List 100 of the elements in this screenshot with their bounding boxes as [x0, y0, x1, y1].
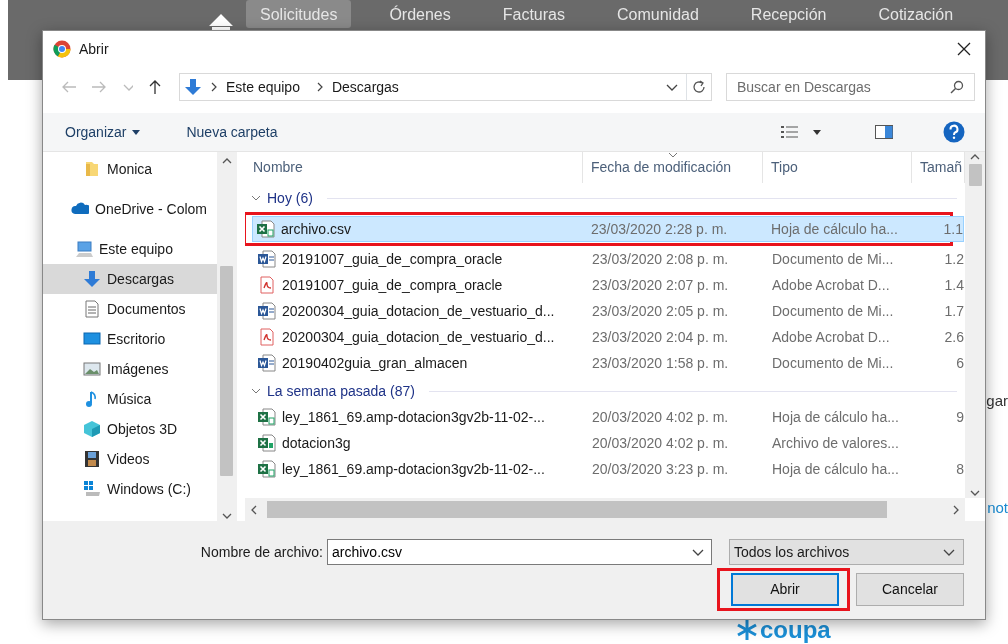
up-arrow-icon [147, 79, 163, 95]
file-row[interactable]: ley_1861_69.amp-dotacion3gv2b-11-02-... 20/03/2020 4:02 p. m. Hoja de cálculo ha... 9 [253, 404, 965, 430]
file-name-field[interactable]: archivo.csv [327, 539, 712, 565]
file-type: Documento de Mi... [772, 302, 894, 319]
group-header[interactable]: Hoy (6) [251, 187, 313, 209]
sidebar-item[interactable]: Este equipo [43, 234, 217, 264]
file-date: 20/03/2020 3:23 p. m. [592, 460, 729, 477]
group-header[interactable]: La semana pasada (87) [251, 380, 415, 402]
file-date: 23/03/2020 2:05 p. m. [592, 302, 729, 319]
file-row[interactable]: dotacion3g 20/03/2020 4:02 p. m. Archivo de valores... [253, 430, 965, 456]
dialog-button[interactable]: Abrir [731, 573, 839, 606]
scrollbar-thumb[interactable] [968, 164, 982, 186]
nav-tab[interactable]: Facturas [488, 0, 579, 28]
file-type: Adobe Acrobat D... [772, 276, 890, 293]
sidebar-item[interactable]: Escritorio [43, 324, 217, 354]
picture-icon [83, 360, 101, 378]
file-date: 20/03/2020 4:02 p. m. [592, 408, 729, 425]
file-size: 1.2 [944, 250, 964, 267]
file-row[interactable]: archivo.csv 23/03/2020 2:28 p. m. Hoja de cálculo ha... 1.1 [252, 216, 964, 242]
chevron-left-icon [251, 504, 257, 515]
file-row[interactable]: 20191007_guia_de_compra_oracle 23/03/2020 2:07 p. m. Adobe Acrobat D... 1.4 [253, 272, 965, 298]
sidebar-item[interactable]: Objetos 3D [43, 414, 217, 444]
sidebar-item[interactable]: Monica [43, 154, 217, 184]
sidebar-item[interactable]: Imágenes [43, 354, 217, 384]
caret-down-icon [132, 129, 141, 135]
chevron-right-icon [315, 81, 324, 93]
spreadsheet-file-icon [258, 434, 276, 452]
file-size: 8 [956, 460, 964, 477]
file-type: Hoja de cálculo ha... [772, 408, 899, 425]
refresh-icon [691, 79, 707, 95]
search-icon [950, 80, 964, 94]
nav-tab[interactable]: Recepción [736, 0, 841, 28]
dialog-title: Abrir [79, 39, 110, 59]
sidebar-item[interactable]: Descargas [43, 264, 217, 294]
file-date: 23/03/2020 2:08 p. m. [592, 250, 729, 267]
sidebar-item[interactable]: Música [43, 384, 217, 414]
chevron-down-icon [251, 386, 261, 396]
file-type-dropdown[interactable]: Todos los archivos [729, 539, 964, 565]
file-name: ley_1861_69.amp-dotacion3gv2b-11-02-... [282, 407, 545, 427]
file-name: archivo.csv [281, 219, 352, 239]
nav-tab[interactable]: Cotización [864, 0, 968, 28]
file-date: 23/03/2020 2:28 p. m. [591, 220, 728, 237]
file-name: ley_1861_69.amp-dotacion3gv2b-11-02-... [282, 459, 545, 479]
file-row[interactable]: 20200304_guia_dotacion_de_vestuario_d... 23/03/2020 2:05 p. m. Documento de Mi... 1.7 [253, 298, 965, 324]
file-size: 9 [956, 408, 964, 425]
file-size: 1.1 [943, 220, 963, 237]
file-name: 20200304_guia_dotacion_de_vestuario_d... [282, 301, 555, 321]
sidebar-item[interactable]: Documentos [43, 294, 217, 324]
breadcrumb-item[interactable]: Descargas [331, 76, 399, 98]
film-icon [83, 450, 101, 468]
cut-off-text: gar [986, 391, 1008, 411]
chevron-up-icon [221, 158, 232, 165]
preview-pane-icon [875, 125, 893, 139]
file-type: Hoja de cálculo ha... [771, 220, 898, 237]
breadcrumb-item[interactable]: Este equipo [226, 76, 300, 98]
file-type: Documento de Mi... [772, 250, 894, 267]
sidebar-item[interactable]: OneDrive - Colom [43, 194, 217, 224]
file-type: Documento de Mi... [772, 354, 894, 371]
scrollbar-thumb[interactable] [220, 265, 233, 476]
caret-down-icon [813, 129, 821, 135]
pdf-file-icon [258, 276, 276, 294]
browser-logo-icon [53, 40, 71, 58]
spreadsheet-file-icon [258, 408, 276, 426]
document-icon [83, 300, 101, 318]
file-row[interactable]: ley_1861_69.amp-dotacion3gv2b-11-02-... 20/03/2020 3:23 p. m. Hoja de cálculo ha... 8 [253, 456, 965, 482]
snowflake-logo-icon [736, 619, 758, 641]
chevron-down-icon [970, 490, 980, 496]
column-header[interactable]: Nombre [245, 152, 583, 183]
address-bar[interactable]: Este equipo Descargas [179, 73, 712, 101]
sidebar-item[interactable]: Videos [43, 444, 217, 474]
scrollbar[interactable] [965, 152, 985, 498]
file-row[interactable]: 20190402guia_gran_almacen 23/03/2020 1:58 p. m. Documento de Mi... 6 [253, 350, 965, 376]
list-view-icon [781, 125, 799, 139]
file-row[interactable]: 20200304_guia_dotacion_de_vestuario_d... 23/03/2020 2:04 p. m. Adobe Acrobat D... 2.6 [253, 324, 965, 350]
download-arrow-icon [83, 270, 101, 288]
nav-tab[interactable]: Comunidad [603, 0, 713, 28]
nav-tab[interactable]: Órdenes [375, 0, 465, 28]
file-size: 2.6 [944, 328, 964, 345]
file-type: Hoja de cálculo ha... [772, 460, 899, 477]
file-date: 20/03/2020 4:02 p. m. [592, 434, 729, 451]
dialog-button[interactable]: Cancelar [856, 573, 964, 606]
scrollbar[interactable] [217, 152, 236, 521]
scrollbar[interactable] [245, 498, 965, 521]
pdf-file-icon [258, 328, 276, 346]
word-file-icon [258, 354, 276, 372]
word-file-icon [258, 250, 276, 268]
search-placeholder: Buscar en Descargas [737, 77, 871, 97]
sidebar-item[interactable]: Windows (C:) [43, 474, 217, 504]
search-field[interactable]: Buscar en Descargas [726, 73, 975, 101]
organize-menu-button[interactable]: Organizar [57, 119, 149, 145]
word-file-icon [258, 302, 276, 320]
new-folder-button[interactable]: Nueva carpeta [178, 119, 286, 145]
file-type: Archivo de valores... [772, 434, 899, 451]
file-date: 23/03/2020 2:04 p. m. [592, 328, 729, 345]
file-size: 1.4 [944, 276, 964, 293]
file-name: 20191007_guia_de_compra_oracle [282, 249, 503, 269]
column-header[interactable]: Fecha de modificación [583, 152, 763, 183]
file-name: 20190402guia_gran_almacen [282, 353, 468, 373]
file-row[interactable]: 20191007_guia_de_compra_oracle 23/03/2020 2:08 p. m. Documento de Mi... 1.2 [253, 246, 965, 272]
column-header[interactable]: Tipo [763, 152, 912, 183]
